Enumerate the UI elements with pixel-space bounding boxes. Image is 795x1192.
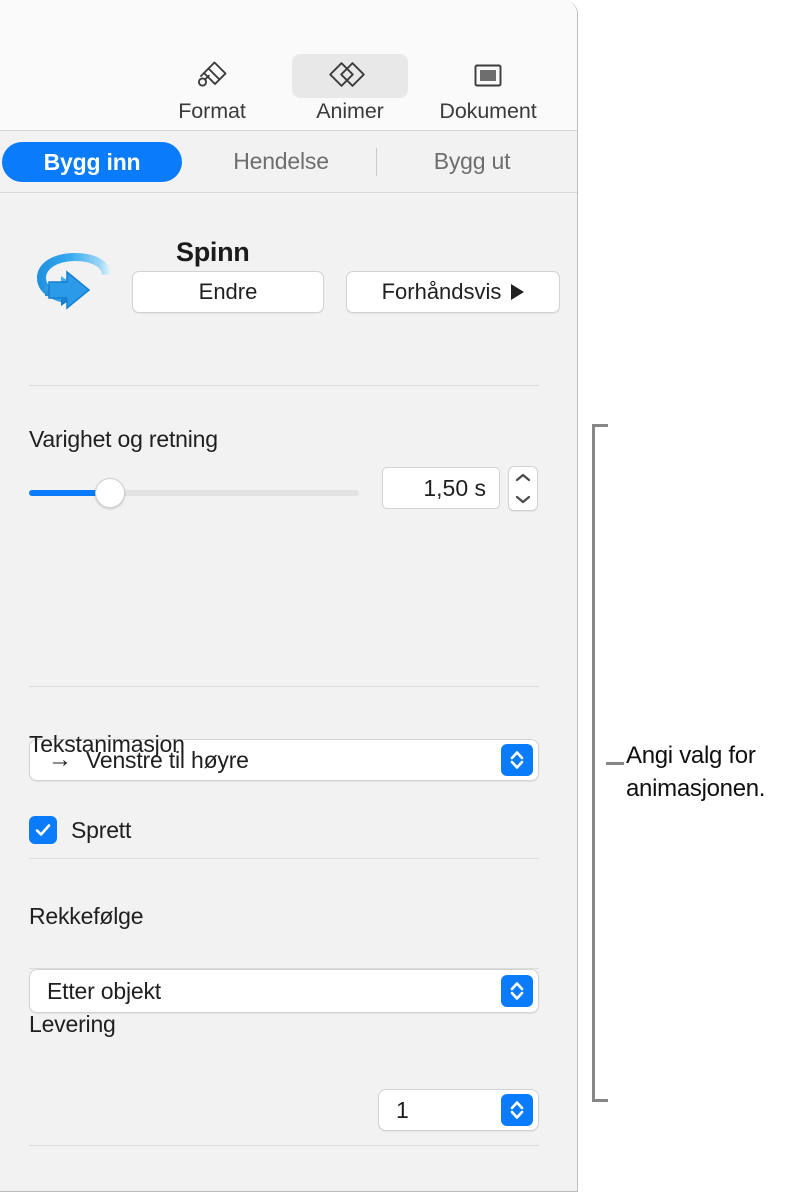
toolbar-button-dokument[interactable]: Dokument <box>419 48 557 124</box>
toolbar-label-dokument: Dokument <box>439 99 537 123</box>
build-tab-row: Bygg inn Hendelse Bygg ut <box>0 131 577 193</box>
text-animation-value: Etter objekt <box>47 977 161 1004</box>
divider-after-duration <box>29 686 539 687</box>
chevron-up-icon <box>515 473 531 481</box>
play-icon <box>511 284 525 300</box>
inspector-toolbar: Format Animer Dokument <box>0 0 577 131</box>
section-label-rekkefolge: Rekkefølge <box>29 903 144 929</box>
section-label-tekstanimasjon: Tekstanimasjon <box>29 731 185 757</box>
paintbrush-icon <box>154 54 270 98</box>
divider-after-order <box>29 968 539 969</box>
effect-name: Spinn <box>176 237 250 267</box>
section-label-varighet: Varighet og retning <box>29 426 218 452</box>
callout-text: Angi valg for animasjonen. <box>626 742 766 802</box>
tab-hendelse[interactable]: Hendelse <box>186 148 376 175</box>
chevron-updown-icon <box>501 1094 533 1126</box>
bounce-checkbox-row[interactable]: Sprett <box>29 816 131 844</box>
effect-header: Spinn Endre Forhåndsvis <box>0 193 577 383</box>
toolbar-button-format[interactable]: Format <box>143 48 281 124</box>
callout-leader-line <box>606 762 624 765</box>
duration-stepper[interactable] <box>508 466 538 511</box>
change-effect-button[interactable]: Endre <box>132 271 324 313</box>
tab-bygg-ut[interactable]: Bygg ut <box>377 148 567 175</box>
bounce-label: Sprett <box>71 816 132 843</box>
slider-knob[interactable] <box>95 478 125 508</box>
order-value: 1 <box>396 1096 409 1123</box>
document-icon <box>430 54 546 98</box>
spin-arrow-icon <box>27 248 131 334</box>
animate-inspector-panel: Format Animer Dokument Bygg inn Hendelse… <box>0 0 578 1192</box>
order-select[interactable]: 1 <box>378 1089 539 1131</box>
chevron-down-icon <box>515 496 531 504</box>
toolbar-button-animer[interactable]: Animer <box>281 48 419 124</box>
preview-button-label: Forhåndsvis <box>381 279 502 304</box>
divider-after-textanim <box>29 858 539 859</box>
section-label-levering: Levering <box>29 1011 116 1037</box>
tab-bygg-inn[interactable]: Bygg inn <box>2 141 182 182</box>
divider-after-effect <box>29 385 539 386</box>
preview-effect-button[interactable]: Forhåndsvis <box>346 271 560 313</box>
checkbox-checked-icon[interactable] <box>29 816 57 844</box>
duration-slider[interactable] <box>29 478 359 508</box>
text-animation-select[interactable]: Etter objekt <box>29 969 539 1013</box>
inspector-body: Spinn Endre Forhåndsvis Varighet og retn… <box>0 193 577 1191</box>
duration-input[interactable]: 1,50 s <box>382 467 500 509</box>
chevron-updown-icon <box>501 744 533 776</box>
toolbar-label-animer: Animer <box>316 99 384 123</box>
toolbar-label-format: Format <box>178 99 246 123</box>
callout-annotation: Angi valg for animasjonen. <box>592 424 792 1104</box>
chevron-updown-icon <box>501 975 533 1007</box>
animate-slides-icon <box>292 54 408 98</box>
divider-bottom <box>29 1145 539 1146</box>
